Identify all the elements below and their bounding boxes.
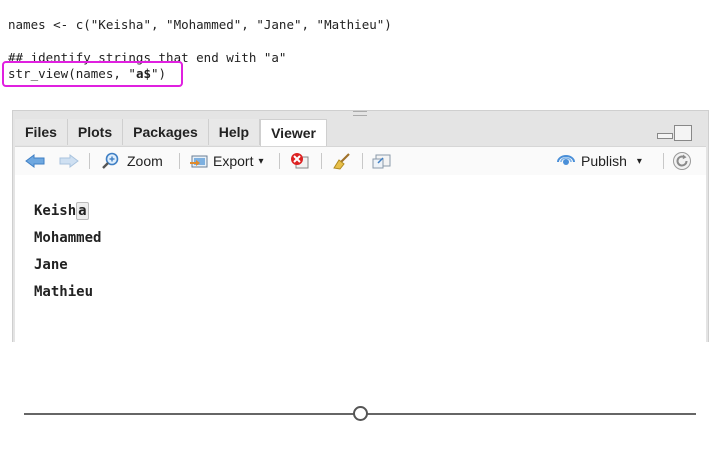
refresh-icon <box>673 152 691 170</box>
output-text: Mohammed <box>34 230 102 246</box>
back-arrow-icon <box>25 154 45 168</box>
remove-current-icon <box>291 153 309 169</box>
show-in-window-button[interactable] <box>371 147 393 175</box>
tab-packages[interactable]: Packages <box>123 119 209 145</box>
toolbar-separator <box>362 153 363 169</box>
pane-splitter-grip[interactable] <box>353 111 367 116</box>
export-image-icon <box>190 155 208 168</box>
zoom-magnifier-icon <box>102 152 119 169</box>
zoom-label: Zoom <box>127 153 163 169</box>
output-line-mathieu: Mathieu <box>34 284 93 300</box>
publish-label: Publish <box>581 153 627 169</box>
output-text: Keish <box>34 203 77 219</box>
show-in-window-icon <box>372 154 391 169</box>
tab-viewer[interactable]: Viewer <box>260 119 327 147</box>
minimize-pane-button[interactable] <box>656 125 673 139</box>
export-dropdown-caret-icon: ▾ <box>258 155 264 167</box>
forward-arrow-icon <box>59 154 79 168</box>
toolbar-separator <box>89 153 90 169</box>
tab-files[interactable]: Files <box>15 119 68 145</box>
toolbar-separator <box>179 153 180 169</box>
export-button[interactable]: Export ▾ <box>189 147 264 175</box>
output-text: Mathieu <box>34 284 94 300</box>
export-label: Export <box>213 153 254 169</box>
refresh-button[interactable] <box>672 147 692 175</box>
code-line-1: names <- c("Keisha", "Mohammed", "Jane",… <box>8 17 392 32</box>
publish-button[interactable]: Publish ▾ <box>555 147 642 175</box>
tab-help[interactable]: Help <box>208 119 261 145</box>
viewer-content: Keish a Mohammed Jane Mathieu <box>15 175 706 343</box>
clear-all-button[interactable] <box>331 147 353 175</box>
match-highlight: a <box>76 202 89 220</box>
publish-dropdown-caret-icon: ▾ <box>636 155 642 167</box>
pane-tabs: Files Plots Packages Help Viewer <box>15 119 327 147</box>
viewer-pane: Files Plots Packages Help Viewer Zoom Ex… <box>12 110 709 343</box>
maximize-pane-button[interactable] <box>674 125 692 141</box>
output-line-keisha: Keish a <box>34 202 89 220</box>
tab-plots[interactable]: Plots <box>67 119 124 145</box>
viewer-toolbar: Zoom Export ▾ Publish ▾ <box>15 146 706 176</box>
forward-button[interactable] <box>58 147 80 175</box>
toolbar-separator <box>321 153 322 169</box>
back-button[interactable] <box>24 147 46 175</box>
window-buttons <box>656 125 692 141</box>
broom-icon <box>333 153 350 170</box>
output-line-jane: Jane <box>34 257 68 273</box>
output-line-mohammed: Mohammed <box>34 230 101 246</box>
code-area: names <- c("Keisha", "Mohammed", "Jane",… <box>0 0 720 100</box>
toolbar-separator <box>279 153 280 169</box>
remove-viewer-button[interactable] <box>289 147 311 175</box>
slider-thumb[interactable] <box>352 406 368 421</box>
publish-icon <box>557 155 575 165</box>
zoom-button[interactable]: Zoom <box>101 147 163 175</box>
highlight-box <box>2 61 183 87</box>
output-text: Jane <box>34 257 68 273</box>
toolbar-separator <box>663 153 664 169</box>
